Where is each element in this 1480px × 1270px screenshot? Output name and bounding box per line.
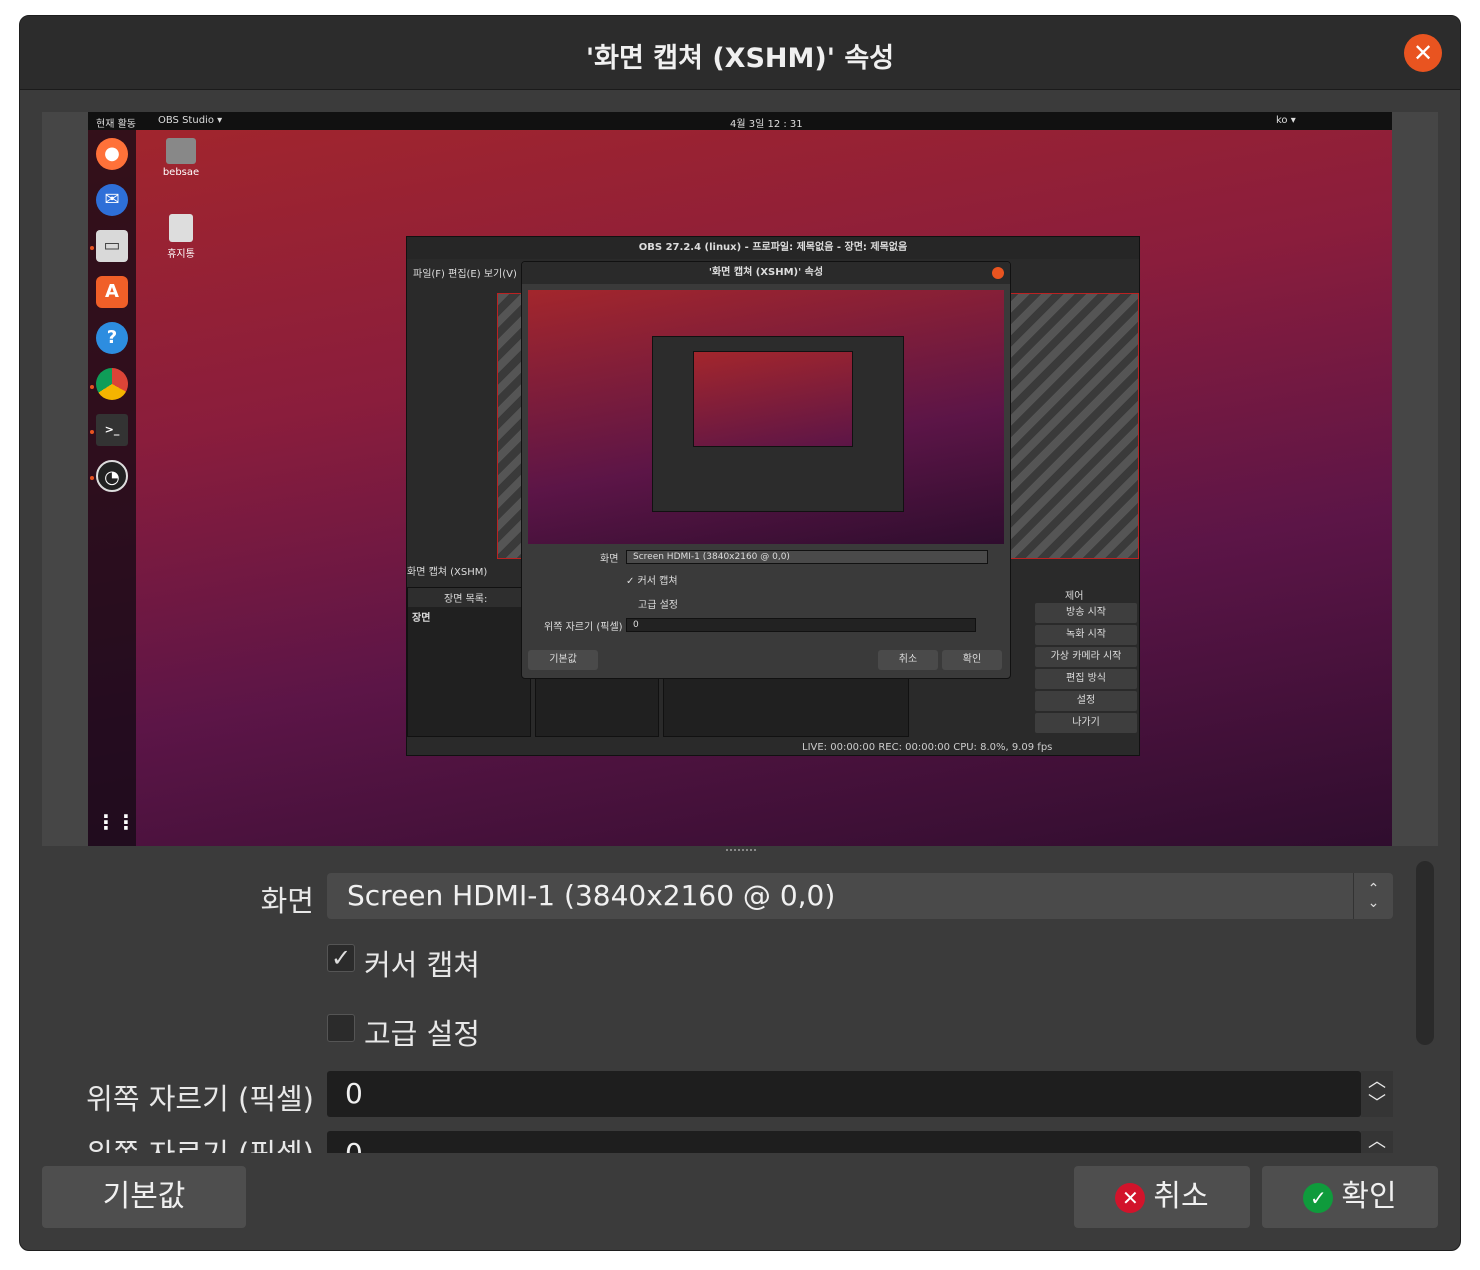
topbar-clock: 4월 3일 12 : 31 <box>730 119 803 130</box>
desktop-file-home: bebsae <box>146 138 216 178</box>
obs-status-bar: LIVE: 00:00:00 REC: 00:00:00 CPU: 8.0%, … <box>802 742 1053 753</box>
nested-obs-window <box>652 336 904 512</box>
activities-label: 현재 활동 <box>96 119 136 130</box>
chevron-updown-icon: ⌃ ⌄ <box>1353 873 1393 919</box>
running-dot <box>90 430 94 434</box>
desktop-file-label: bebsae <box>162 167 200 178</box>
inner-cursor-label: ✓ 커서 캡쳐 <box>626 576 678 587</box>
inner-advanced-label: 고급 설정 <box>638 600 678 611</box>
inner-cancel-button: 취소 <box>878 650 938 670</box>
obs-settings-button: 설정 <box>1035 691 1137 711</box>
inner-crop-field: 0 <box>626 618 976 632</box>
inner-ok-button: 확인 <box>942 650 1002 670</box>
obs-window-capture: OBS 27.2.4 (linux) - 프로파일: 제목없음 - 장면: 제목… <box>406 236 1140 756</box>
ok-button-label: 확인 <box>1341 1179 1397 1214</box>
clipped-row: 위쪽 자르기 (픽셀) 0 ︿ <box>20 1131 1410 1153</box>
close-icon[interactable]: ✕ <box>1404 34 1442 72</box>
desktop-file-trash: 휴지통 <box>146 214 216 260</box>
inner-preview <box>528 290 1004 544</box>
obs-scene-item: 장면 <box>412 613 431 624</box>
inner-properties-dialog: '화면 캡쳐 (XSHM)' 속성 화면 Screen HDMI-1 (3840… <box>521 261 1011 679</box>
crop-top-value: 0 <box>345 1077 363 1110</box>
obs-virtual-cam-button: 가상 카메라 시작 <box>1035 647 1137 667</box>
crop-next-input[interactable]: 0 <box>327 1131 1361 1153</box>
defaults-button[interactable]: 기본값 <box>42 1166 246 1228</box>
defaults-button-label: 기본값 <box>102 1179 186 1214</box>
cancel-button-label: 취소 <box>1153 1179 1209 1214</box>
files-icon: ▭ <box>96 230 128 262</box>
crop-top-label: 위쪽 자르기 (픽셀) <box>86 1082 314 1116</box>
apps-grid-icon: ⋮⋮ <box>96 810 136 834</box>
screen-select[interactable]: Screen HDMI-1 (3840x2160 @ 0,0) ⌃ ⌄ <box>327 873 1393 919</box>
screen-select-value: Screen HDMI-1 (3840x2160 @ 0,0) <box>347 879 836 912</box>
ok-button[interactable]: ✓ 확인 <box>1262 1166 1438 1228</box>
advanced-settings-label[interactable]: 고급 설정 <box>364 1011 480 1053</box>
desktop-file-label: 휴지통 <box>167 249 195 260</box>
check-icon: ✓ <box>1303 1182 1334 1213</box>
spin-up-icon[interactable]: ︿ <box>1361 1131 1393 1153</box>
advanced-settings-checkbox[interactable] <box>327 1014 355 1042</box>
obs-source-label: 화면 캡쳐 (XSHM) <box>407 563 531 581</box>
help-icon: ? <box>96 322 128 354</box>
spin-arrows-icon[interactable]: ︿ ﹀ <box>1361 1071 1393 1117</box>
obs-controls-header: 제어 <box>1065 591 1084 602</box>
obs-window-title: OBS 27.2.4 (linux) - 프로파일: 제목없음 - 장면: 제목… <box>407 237 1139 259</box>
cancel-icon: ✕ <box>1115 1182 1146 1213</box>
titlebar: '화면 캡쳐 (XSHM)' 속성 ✕ <box>20 16 1460 90</box>
cursor-capture-label[interactable]: 커서 캡쳐 <box>364 942 480 984</box>
dock: ● ✉ ▭ A ? >_ ◔ ⋮⋮ <box>88 130 136 846</box>
preview-splitter-handle[interactable] <box>726 849 756 853</box>
obs-scenes-panel: 장면 목록: 장면 <box>407 587 531 737</box>
source-preview: 현재 활동 OBS Studio ▾ 4월 3일 12 : 31 ko ▾ ● … <box>42 112 1438 846</box>
obs-mixer-panel <box>663 677 909 737</box>
inner-crop-label: 위쪽 자르기 (픽셀) <box>544 622 623 633</box>
crop-next-value: 0 <box>345 1137 363 1153</box>
desktop-screenshot: 현재 활동 OBS Studio ▾ 4월 3일 12 : 31 ko ▾ ● … <box>88 112 1392 846</box>
obs-exit-button: 나가기 <box>1035 713 1137 733</box>
crop-next-label: 위쪽 자르기 (픽셀) <box>40 1131 314 1153</box>
cursor-capture-checkbox[interactable]: ✓ <box>327 944 355 972</box>
form-scrollbar[interactable] <box>1416 861 1434 1045</box>
dialog-title: '화면 캡쳐 (XSHM)' 속성 <box>585 43 895 74</box>
topbar-lang: ko ▾ <box>1276 115 1296 126</box>
inner-defaults-button: 기본값 <box>528 650 598 670</box>
obs-scenes-header: 장면 목록: <box>408 588 530 607</box>
terminal-icon: >_ <box>96 414 128 446</box>
thunderbird-icon: ✉ <box>96 184 128 216</box>
obs-start-stream-button: 방송 시작 <box>1035 603 1137 623</box>
cancel-button[interactable]: ✕ 취소 <box>1074 1166 1250 1228</box>
software-icon: A <box>96 276 128 308</box>
inner-screen-combo: Screen HDMI-1 (3840x2160 @ 0,0) <box>626 550 988 564</box>
running-dot <box>90 476 94 480</box>
inner-screen-label: 화면 <box>600 554 619 565</box>
running-dot <box>90 385 94 389</box>
nested-preview <box>693 351 853 447</box>
obs-menu: 파일(F) 편집(E) 보기(V) <box>413 269 517 280</box>
obs-icon: ◔ <box>96 460 128 492</box>
inner-dialog-title: '화면 캡쳐 (XSHM)' 속성 <box>522 262 1010 284</box>
properties-dialog: '화면 캡쳐 (XSHM)' 속성 ✕ 현재 활동 OBS Studio ▾ 4… <box>19 15 1461 1251</box>
firefox-icon: ● <box>96 138 128 170</box>
obs-start-record-button: 녹화 시작 <box>1035 625 1137 645</box>
screen-label: 화면 <box>260 884 314 918</box>
chrome-icon <box>96 368 128 400</box>
obs-studio-mode-button: 편집 방식 <box>1035 669 1137 689</box>
desktop-topbar: 현재 활동 OBS Studio ▾ 4월 3일 12 : 31 ko ▾ <box>88 112 1392 130</box>
inner-close-icon <box>992 267 1004 279</box>
crop-top-input[interactable]: 0 <box>327 1071 1361 1117</box>
running-dot <box>90 246 94 250</box>
topbar-app-menu: OBS Studio ▾ <box>158 115 223 126</box>
